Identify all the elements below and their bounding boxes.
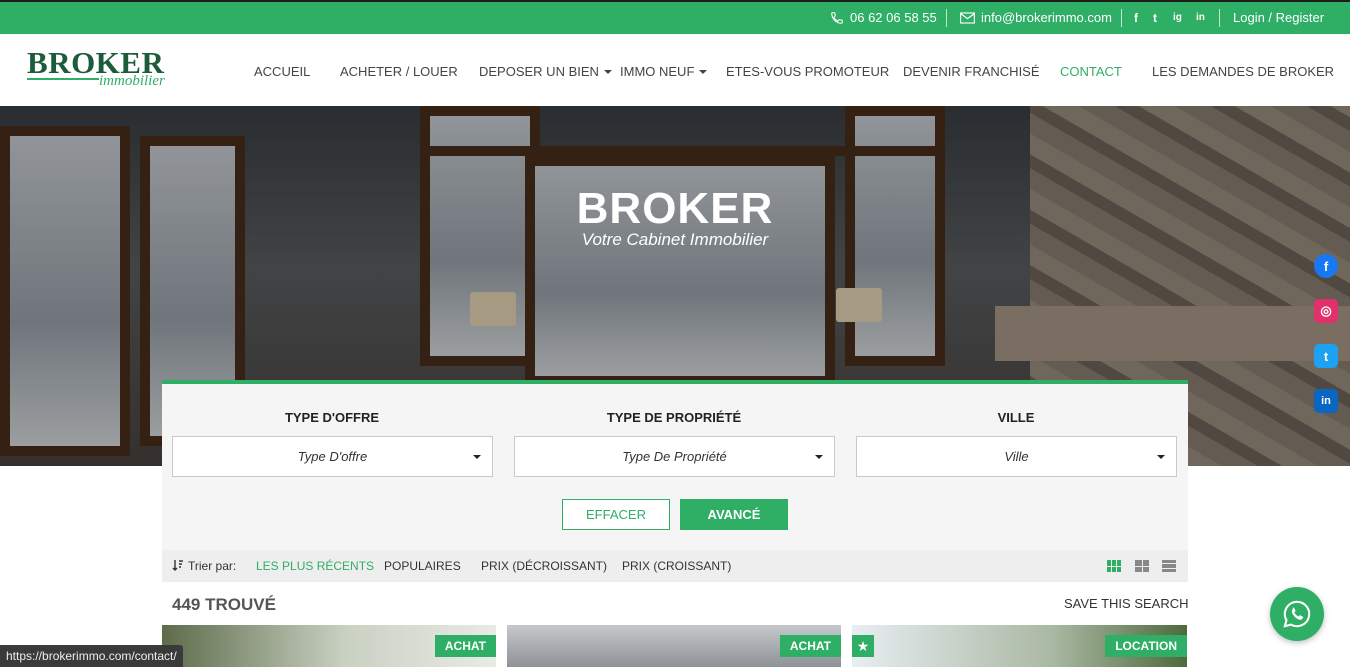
side-linkedin-icon[interactable]: in	[1314, 389, 1338, 413]
envelope-icon	[960, 11, 975, 24]
offer-type-label: TYPE D'OFFRE	[284, 410, 380, 425]
advanced-button[interactable]: AVANCÉ	[680, 499, 788, 530]
divider	[1219, 9, 1220, 27]
caret-down-icon	[815, 455, 823, 459]
city-label: VILLE	[997, 410, 1035, 425]
property-card[interactable]: ACHAT	[507, 625, 841, 667]
city-value: Ville	[1004, 449, 1029, 464]
divider	[1121, 9, 1122, 27]
nav-item-contact[interactable]: CONTACT	[1060, 64, 1122, 79]
clear-button[interactable]: EFFACER	[562, 499, 670, 530]
offer-type-value: Type D'offre	[297, 449, 368, 464]
divider	[946, 9, 947, 27]
nav-item-label: IMMO NEUF	[620, 64, 695, 79]
login-register-label: Login / Register	[1233, 10, 1325, 25]
offer-badge: ACHAT	[779, 635, 841, 657]
sort-bar: Trier par: LES PLUS RÉCENTS POPULAIRES P…	[162, 550, 1188, 582]
top-bar: 06 62 06 58 55 info@brokerimmo.com f t i…	[0, 0, 1350, 34]
sort-price-asc[interactable]: PRIX (CROISSANT)	[622, 559, 731, 573]
login-register-link[interactable]: Login / Register	[1233, 10, 1324, 25]
phone-link[interactable]: 06 62 06 58 55	[830, 10, 937, 25]
email-address: info@brokerimmo.com	[981, 10, 1112, 25]
property-type-select[interactable]: Type De Propriété	[514, 436, 835, 477]
site-header: BROKER immobilier ACCUEIL ACHETER / LOUE…	[0, 34, 1350, 106]
list-view-icon[interactable]	[1162, 560, 1176, 572]
hero-subtitle: Votre Cabinet Immobilier	[581, 230, 769, 249]
featured-star-icon: ★	[852, 635, 874, 657]
side-twitter-icon[interactable]: t	[1314, 344, 1338, 368]
sort-recent[interactable]: LES PLUS RÉCENTS	[256, 559, 374, 573]
nav-item-demandes[interactable]: LES DEMANDES DE BROKER	[1152, 64, 1334, 79]
property-type-label: TYPE DE PROPRIÉTÉ	[606, 410, 742, 425]
linkedin-icon[interactable]: in	[1196, 12, 1205, 23]
twitter-icon[interactable]: t	[1153, 11, 1157, 25]
facebook-icon[interactable]: f	[1134, 11, 1138, 25]
caret-down-icon	[603, 70, 612, 74]
offer-badge: ACHAT	[434, 635, 496, 657]
caret-down-icon	[1157, 455, 1165, 459]
nav-item-promoteur[interactable]: ETES-VOUS PROMOTEUR	[726, 64, 889, 79]
side-facebook-icon[interactable]: f	[1314, 254, 1338, 278]
phone-number: 06 62 06 58 55	[850, 10, 937, 25]
nav-item-label: DEPOSER UN BIEN	[479, 64, 599, 79]
property-card[interactable]: ★ LOCATION	[852, 625, 1187, 667]
sort-price-desc[interactable]: PRIX (DÉCROISSANT)	[481, 559, 607, 573]
grid-view-icon[interactable]	[1107, 560, 1121, 572]
instagram-icon[interactable]: ig	[1173, 12, 1182, 23]
hero-title: BROKER	[576, 184, 774, 233]
whatsapp-icon	[1283, 600, 1311, 628]
logo[interactable]: BROKER immobilier	[27, 47, 165, 89]
side-instagram-icon[interactable]: ◎	[1314, 299, 1338, 323]
sort-prefix: Trier par:	[188, 559, 237, 573]
property-type-value: Type De Propriété	[622, 449, 727, 464]
offer-type-select[interactable]: Type D'offre	[172, 436, 493, 477]
property-card[interactable]: ACHAT	[162, 625, 496, 667]
caret-down-icon	[473, 455, 481, 459]
sort-popular[interactable]: POPULAIRES	[384, 559, 461, 573]
grid-2col-view-icon[interactable]	[1135, 560, 1149, 572]
save-search-link[interactable]: SAVE THIS SEARCH	[1064, 596, 1189, 611]
logo-swoosh	[27, 78, 99, 80]
logo-sub-text: immobilier	[99, 73, 165, 89]
whatsapp-button[interactable]	[1270, 587, 1324, 641]
offer-badge: LOCATION	[1105, 635, 1187, 657]
browser-status-url: https://brokerimmo.com/contact/	[0, 645, 183, 667]
nav-item-immo-neuf[interactable]: IMMO NEUF	[620, 64, 708, 79]
nav-item-acheter-louer[interactable]: ACHETER / LOUER	[340, 64, 458, 79]
city-select[interactable]: Ville	[856, 436, 1177, 477]
search-panel: TYPE D'OFFRE Type D'offre TYPE DE PROPRI…	[162, 380, 1188, 550]
nav-item-deposer[interactable]: DEPOSER UN BIEN	[479, 64, 612, 79]
email-link[interactable]: info@brokerimmo.com	[960, 10, 1112, 25]
phone-icon	[831, 11, 843, 24]
results-count: 449 TROUVÉ	[172, 595, 276, 614]
nav-item-franchise[interactable]: DEVENIR FRANCHISÉ	[903, 64, 1040, 79]
sort-icon	[172, 560, 183, 571]
caret-down-icon	[699, 70, 708, 74]
nav-item-accueil[interactable]: ACCUEIL	[254, 64, 310, 79]
